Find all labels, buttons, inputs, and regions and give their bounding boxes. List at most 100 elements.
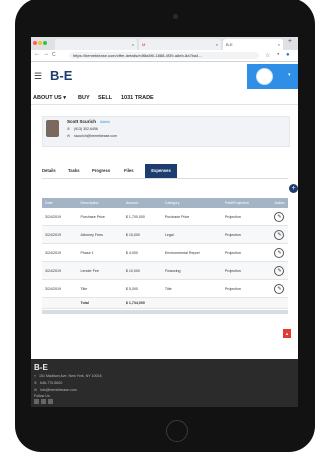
cell-action: ✎ <box>271 243 288 262</box>
phone-icon: ✆ <box>34 381 38 385</box>
cell-status: Projection <box>221 208 272 226</box>
screen: × M × B-E × + ← → C https://bemebiease.c… <box>31 37 298 407</box>
pencil-icon[interactable]: ✎ <box>274 247 285 258</box>
cell-category: Financing <box>161 261 222 280</box>
linkedin-icon[interactable] <box>48 399 53 404</box>
cell-action: ✎ <box>271 225 288 244</box>
pencil-icon[interactable]: ✎ <box>274 265 285 276</box>
main-nav: ABOUT US ▾ BUY SELL 1031 TRADE <box>31 92 298 105</box>
footer-email-row: ✉ info@bemebiease.com <box>34 388 77 392</box>
add-expense-button[interactable]: + <box>289 184 298 193</box>
cell-date: 3/24/2019 <box>42 261 78 280</box>
facebook-icon[interactable] <box>34 399 39 404</box>
nav-sell[interactable]: SELL <box>98 95 112 101</box>
column-header[interactable]: Date <box>42 198 78 208</box>
tab-progress[interactable]: Progress <box>92 168 110 173</box>
cell-status: Projection <box>221 225 272 244</box>
total-label: Total <box>77 297 123 309</box>
site-logo[interactable]: B-E <box>50 68 72 83</box>
scroll-to-top-button[interactable]: ▲ <box>283 329 291 338</box>
new-tab-button[interactable]: + <box>288 38 292 45</box>
footer-address: 151 Madison Ave, New York, NY 10016 <box>39 374 102 378</box>
mail-icon: ✉ <box>34 388 38 392</box>
footer-logo[interactable]: B-E <box>34 363 48 372</box>
cell-amount: $ 1,700,000 <box>122 208 162 226</box>
agent-name: Scott Scurich <box>67 119 97 124</box>
cell-description: Lender Fee <box>77 261 123 280</box>
footer-email[interactable]: info@bemebiease.com <box>40 388 77 392</box>
cell-amount: $ 10,000 <box>122 261 162 280</box>
total-row: Total $ 1,734,000 <box>42 297 288 309</box>
location-icon: ⌖ <box>34 374 37 378</box>
back-arrow-icon[interactable]: ← <box>34 51 40 57</box>
tab-details[interactable]: Details <box>42 168 56 173</box>
tab-expenses[interactable]: Expenses <box>145 164 177 178</box>
tab-files[interactable]: Files <box>124 168 134 173</box>
agent-email-row: ✉ sscurich@bemebiease.com <box>67 134 117 138</box>
column-header[interactable]: Category <box>161 198 222 208</box>
close-tab-icon[interactable]: × <box>132 39 134 50</box>
column-header[interactable]: Action <box>271 198 288 208</box>
agent-role: Admin <box>100 120 110 124</box>
column-header[interactable]: Amount <box>122 198 162 208</box>
table-row: 3/24/2019 Phase 1 $ 4,000 Environmental … <box>42 243 288 262</box>
cell-category: Purchase Price <box>161 208 222 226</box>
twitter-icon[interactable] <box>41 399 46 404</box>
footer-phone: 646-770-5620 <box>40 381 63 385</box>
site-footer: B-E ⌖ 151 Madison Ave, New York, NY 10016… <box>31 359 298 407</box>
browser-tab-bar: × M × B-E × + <box>31 37 298 50</box>
pencil-icon[interactable]: ✎ <box>274 211 285 222</box>
pencil-icon[interactable]: ✎ <box>274 229 285 240</box>
expenses-table: Date Description Amount Category Paid/Pr… <box>42 198 288 309</box>
hamburger-icon[interactable]: ☰ <box>34 71 42 82</box>
cell-action: ✎ <box>271 261 288 280</box>
extension-icon[interactable]: ◔ <box>276 52 280 58</box>
minimize-window-icon[interactable] <box>38 41 42 45</box>
table-scrollbar[interactable] <box>42 310 288 314</box>
browser-tab-3[interactable]: B-E × <box>223 39 283 50</box>
agent-email[interactable]: sscurich@bemebiease.com <box>74 134 117 138</box>
profile-icon[interactable]: ● <box>286 52 290 58</box>
address-bar-row: ← → C https://bemebiease.com/offer-detai… <box>31 50 298 62</box>
cell-date: 3/24/2019 <box>42 279 78 298</box>
chevron-down-icon: ▾ <box>288 72 291 78</box>
user-menu[interactable]: ▾ <box>247 64 298 89</box>
offer-tabs: Details Tasks Progress Files Expenses <box>42 164 288 179</box>
cell-amount: $ 4,000 <box>122 243 162 262</box>
nav-about-us[interactable]: ABOUT US ▾ <box>33 95 66 101</box>
pencil-icon[interactable]: ✎ <box>274 283 285 294</box>
cell-description: Attorney Fees <box>77 225 123 244</box>
close-tab-icon[interactable]: × <box>278 39 280 50</box>
nav-1031-trade[interactable]: 1031 TRADE <box>121 95 154 101</box>
home-button[interactable] <box>166 420 188 442</box>
phone-icon: ✆ <box>67 127 70 131</box>
nav-buy[interactable]: BUY <box>78 95 90 101</box>
browser-tab-1[interactable]: × <box>55 39 137 50</box>
mail-icon: ✉ <box>67 134 70 138</box>
cell-date: 3/24/2019 <box>42 225 78 244</box>
tab-tasks[interactable]: Tasks <box>68 168 80 173</box>
cell-amount: $ 5,000 <box>122 279 162 298</box>
forward-arrow-icon[interactable]: → <box>43 51 49 57</box>
maximize-window-icon[interactable] <box>43 41 47 45</box>
cell-action: ✎ <box>271 279 288 298</box>
close-window-icon[interactable] <box>33 41 37 45</box>
agent-card: Scott Scurich Admin ✆ (913) 302-6456 ✉ ssc… <box>42 116 290 147</box>
star-icon[interactable]: ☆ <box>265 52 270 59</box>
cell-description: Phase 1 <box>77 243 123 262</box>
social-links <box>34 399 55 405</box>
table-header-row: Date Description Amount Category Paid/Pr… <box>42 198 288 208</box>
column-header[interactable]: Description <box>77 198 123 208</box>
table-row: 3/24/2019 Purchase Price $ 1,700,000 Pur… <box>42 208 288 226</box>
footer-address-row: ⌖ 151 Madison Ave, New York, NY 10016 <box>34 374 102 378</box>
browser-tab-2[interactable]: M × <box>139 39 221 50</box>
camera <box>173 14 178 19</box>
table-row: 3/24/2019 Title $ 5,000 Title Projection… <box>42 279 288 298</box>
agent-phone-row: ✆ (913) 302-6456 <box>67 127 98 131</box>
cell-description: Purchase Price <box>77 208 123 226</box>
cell-status: Projection <box>221 279 272 298</box>
reload-icon[interactable]: C <box>52 52 56 58</box>
url-field[interactable]: https://bemebiease.com/offer-details/e4f… <box>69 52 259 59</box>
close-tab-icon[interactable]: × <box>216 39 218 50</box>
column-header[interactable]: Paid/Projection <box>221 198 272 208</box>
